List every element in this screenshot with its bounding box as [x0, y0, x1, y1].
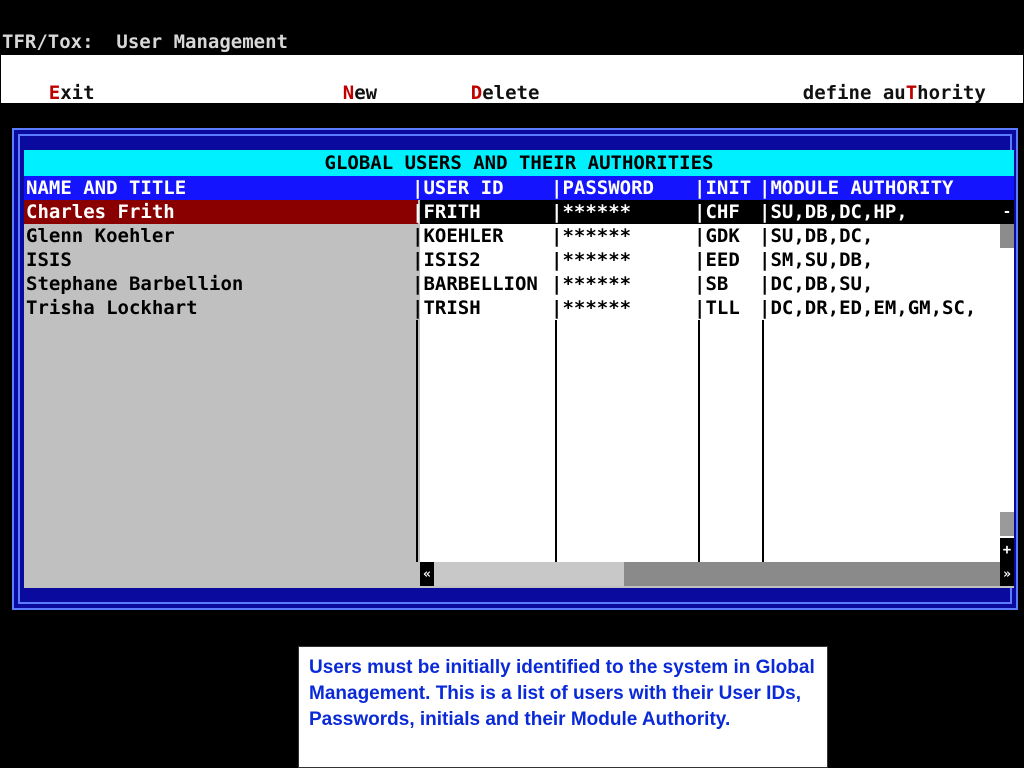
- delete-hotkey: D: [470, 82, 483, 104]
- new-menu-item[interactable]: New: [297, 57, 377, 129]
- row-name: Trisha Lockhart: [26, 297, 198, 319]
- authority-hotkey: T: [905, 82, 918, 104]
- authority-label-after: hority: [917, 82, 986, 104]
- column-header-init[interactable]: |INIT: [694, 176, 764, 200]
- row-module-authority: |DC,DR,ED,EM,GM,SC,: [759, 297, 977, 319]
- vertical-scroll-track-lower[interactable]: [1000, 512, 1014, 536]
- column-separator: [698, 320, 700, 562]
- horizontal-scrollbar[interactable]: « »: [420, 562, 1014, 586]
- grid-header-row: NAME AND TITLE |USER ID |PASSWORD |INIT …: [24, 176, 1014, 200]
- app-title: TFR/Tox: User Management: [2, 31, 288, 53]
- delete-label: elete: [482, 82, 540, 104]
- row-user-id: |FRITH: [412, 201, 481, 223]
- row-init: |TLL: [694, 297, 740, 319]
- row-init: |GDK: [694, 225, 740, 247]
- new-hotkey: N: [342, 82, 355, 104]
- exit-hotkey: E: [48, 82, 61, 104]
- column-separator: [762, 320, 764, 562]
- row-module-authority: |DC,DB,SU,: [759, 273, 874, 295]
- vertical-scroll-track[interactable]: [1000, 224, 1014, 248]
- scroll-up-arrow-icon[interactable]: -: [1000, 200, 1014, 224]
- row-module-authority: |SU,DB,DC,: [759, 225, 874, 247]
- row-password: |******: [551, 297, 632, 319]
- column-header-password[interactable]: |PASSWORD: [551, 176, 693, 200]
- column-header-module-authority[interactable]: |MODULE AUTHORITY: [759, 176, 1009, 200]
- row-user-id: |BARBELLION: [412, 273, 538, 295]
- exit-menu-item[interactable]: Exit: [3, 57, 95, 129]
- row-user-id: |KOEHLER: [412, 225, 504, 247]
- horizontal-scroll-thumb[interactable]: [434, 562, 624, 586]
- table-row[interactable]: Glenn Koehler |KOEHLER |****** |GDK |SU,…: [24, 224, 1000, 248]
- column-separator: [555, 320, 557, 562]
- row-name: Charles Frith: [24, 200, 418, 224]
- row-user-id: |TRISH: [412, 297, 481, 319]
- table-row[interactable]: Trisha Lockhart |TRISH |****** |TLL |DC,…: [24, 296, 1000, 320]
- row-name: ISIS: [26, 249, 72, 271]
- menu-bar: Exit New Delete define auThority levels: [0, 54, 1024, 152]
- scroll-right-arrow-icon[interactable]: »: [1000, 562, 1014, 586]
- row-module-authority: |SU,DB,DC,HP,: [759, 201, 908, 223]
- scroll-down-arrow-icon[interactable]: +: [1000, 538, 1014, 562]
- row-name: Glenn Koehler: [26, 225, 175, 247]
- row-password: |******: [551, 249, 632, 271]
- caption-text: Users must be initially identified to th…: [309, 657, 815, 730]
- authority-label-before: define au: [802, 82, 906, 104]
- table-row[interactable]: Stephane Barbellion |BARBELLION |****** …: [24, 272, 1000, 296]
- users-grid: GLOBAL USERS AND THEIR AUTHORITIES NAME …: [24, 150, 1014, 588]
- column-separator: [416, 320, 418, 562]
- row-password: |******: [551, 225, 632, 247]
- table-row[interactable]: ISIS |ISIS2 |****** |EED |SM,SU,DB,: [24, 248, 1000, 272]
- row-module-authority: |SM,SU,DB,: [759, 249, 874, 271]
- row-password: |******: [551, 273, 632, 295]
- caption-box: Users must be initially identified to th…: [298, 646, 828, 768]
- row-user-id: |ISIS2: [412, 249, 481, 271]
- row-password: |******: [551, 201, 632, 223]
- row-init: |SB: [694, 273, 729, 295]
- row-name: Stephane Barbellion: [26, 273, 244, 295]
- delete-menu-item[interactable]: Delete: [425, 57, 540, 129]
- row-init: |CHF: [694, 201, 740, 223]
- new-label: ew: [354, 82, 378, 104]
- row-init: |EED: [694, 249, 740, 271]
- column-header-name[interactable]: NAME AND TITLE: [26, 176, 416, 200]
- scroll-left-arrow-icon[interactable]: «: [420, 562, 434, 586]
- column-header-user-id[interactable]: |USER ID: [412, 176, 552, 200]
- vertical-scrollbar[interactable]: - +: [1000, 200, 1014, 562]
- grid-title: GLOBAL USERS AND THEIR AUTHORITIES: [24, 150, 1014, 176]
- table-row[interactable]: Charles Frith |FRITH |****** |CHF |SU,DB…: [24, 200, 1000, 224]
- exit-label: xit: [60, 82, 95, 104]
